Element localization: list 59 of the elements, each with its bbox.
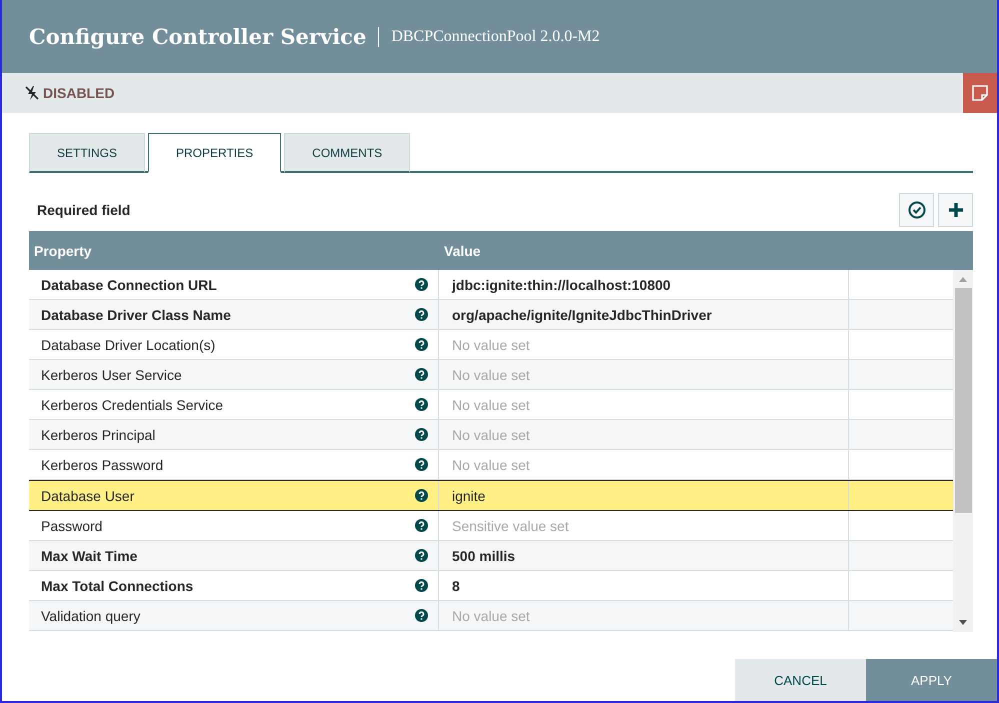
property-value[interactable]: 500 millis [439,541,849,570]
property-name: Database User [41,488,134,504]
note-icon [971,84,989,102]
verify-button[interactable] [899,193,934,227]
help-icon[interactable] [415,338,428,351]
cancel-button[interactable]: CANCEL [735,659,866,701]
property-row[interactable]: Database Connection URL jdbc:ignite:thin://localhost:10800 [29,270,953,300]
property-row[interactable]: Validation query No value set [29,601,953,631]
tab[interactable]: SETTINGS [29,133,146,173]
comment-button[interactable] [963,73,997,113]
property-row[interactable]: Database Driver Location(s) No value set [29,330,953,360]
help-icon[interactable] [415,278,428,291]
column-header: Property [33,242,93,258]
property-row[interactable]: Max Wait Time 500 millis [29,541,953,571]
property-name: Validation query [41,608,140,624]
property-row[interactable]: Kerberos Credentials Service No value set [29,390,953,420]
property-name: Kerberos User Service [41,366,182,382]
property-name: Password [41,518,102,534]
property-name: Database Driver Class Name [41,306,231,322]
help-icon[interactable] [415,579,428,592]
status-label: DISABLED [24,85,115,101]
help-icon[interactable] [415,308,428,321]
property-value[interactable]: jdbc:ignite:thin://localhost:10800 [439,270,849,299]
property-name: Database Driver Location(s) [41,336,216,352]
property-value[interactable]: 8 [439,571,849,600]
property-name: Kerberos Credentials Service [41,396,224,412]
add-property-button[interactable] [938,193,973,227]
property-name: Database Connection URL [41,276,217,292]
help-icon[interactable] [415,428,428,441]
help-icon[interactable] [415,549,428,562]
tab[interactable]: PROPERTIES [148,133,282,173]
property-value[interactable]: org/apache/ignite/IgniteJdbcThinDriver [439,300,849,329]
check-circle-icon [908,201,926,219]
service-type: DBCPConnectionPool 2.0.0-M2 [391,28,600,46]
property-row[interactable]: Kerberos Password No value set [29,450,953,480]
help-icon[interactable] [415,368,428,381]
column-header: Value [443,242,482,258]
dialog-title: Configure Controller Service [29,24,366,49]
disabled-icon [24,85,40,101]
property-name: Max Total Connections [41,578,194,594]
property-row[interactable]: Kerberos Principal No value set [29,420,953,450]
property-row[interactable]: Max Total Connections 8 [29,571,953,601]
property-name: Kerberos Principal [41,426,156,442]
property-name: Max Wait Time [41,548,138,564]
tab[interactable]: COMMENTS [284,133,410,173]
help-icon[interactable] [415,609,428,622]
help-icon[interactable] [415,489,428,502]
help-icon[interactable] [415,519,428,532]
property-row[interactable]: Database User ignite [29,480,953,511]
property-row[interactable]: Kerberos User Service No value set [29,360,953,390]
property-row[interactable]: Password Sensitive value set [29,511,953,541]
required-field-note: Required field [37,202,130,218]
property-value[interactable]: ignite [439,481,849,510]
property-name: Kerberos Password [41,456,164,472]
help-icon[interactable] [415,398,428,411]
plus-icon [946,201,964,219]
property-row[interactable]: Database Driver Class Name org/apache/ignite/IgniteJdbcThinDriver [29,300,953,330]
help-icon[interactable] [415,458,428,471]
scrollbar[interactable] [953,270,973,632]
